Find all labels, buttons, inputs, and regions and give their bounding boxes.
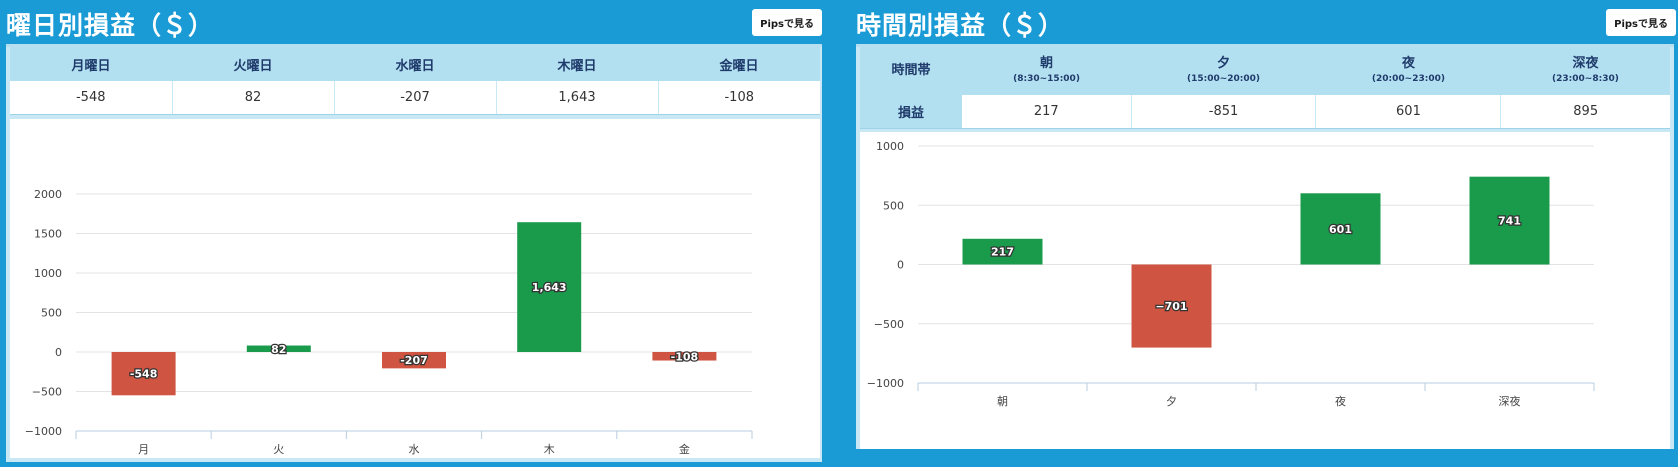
timeslot-x-category-label: 夕 — [1166, 395, 1177, 408]
header-morning-range: (8:30~15:00) — [1013, 74, 1080, 85]
timeslot-chart-container: −1000 −500 0 500 1000 217 朝 −701 夕 601 夜 741 深夜 — [860, 132, 1670, 449]
weekday-x-category-label: 金 — [679, 442, 690, 456]
timeslot-card: 時間帯 朝 (8:30~15:00) 夕 (15:00~20:00) 夜 (20… — [856, 44, 1674, 449]
value-tuesday: 82 — [172, 81, 335, 115]
weekday-data-label: -207 — [400, 354, 428, 367]
value-evening: -851 — [1131, 95, 1317, 129]
header-late-night-label: 深夜 — [1572, 56, 1599, 72]
header-morning: 朝 (8:30~15:00) — [962, 47, 1132, 95]
weekday-pips-button[interactable]: Pipsで見る — [752, 9, 822, 36]
weekday-pl-title: 曜日別損益（＄） — [6, 11, 215, 40]
value-night: 601 — [1315, 95, 1502, 129]
header-friday: 金曜日 — [658, 47, 820, 81]
timeslot-x-category-label: 夜 — [1335, 394, 1346, 408]
value-morning: 217 — [962, 95, 1132, 129]
timeslot-pl-title: 時間別損益（＄） — [856, 11, 1065, 40]
timeslot-data-label: −701 — [1155, 300, 1187, 313]
timeslot-x-category-label: 朝 — [997, 395, 1008, 408]
value-late-night: 895 — [1500, 95, 1670, 129]
weekday-x-category-label: 火 — [273, 443, 284, 456]
weekday-ytick-label: 500 — [41, 307, 62, 320]
timeslot-ytick-label: 0 — [897, 259, 904, 272]
header-late-night: 深夜 (23:00~8:30) — [1500, 47, 1670, 95]
value-monday: -548 — [10, 81, 173, 115]
weekday-data-label: 1,643 — [532, 281, 567, 294]
weekday-ytick-label: 1000 — [34, 267, 62, 280]
timeslot-ytick-label: 1000 — [876, 140, 904, 153]
weekday-card: 月曜日 火曜日 水曜日 木曜日 金曜日 -548 82 -207 1,643 -… — [6, 44, 822, 462]
header-evening: 夕 (15:00~20:00) — [1131, 47, 1316, 95]
timeslot-ytick-label: −500 — [874, 318, 904, 331]
weekday-x-category-label: 月 — [138, 443, 149, 456]
weekday-ytick-label: 0 — [55, 346, 62, 359]
timeslot-data-label: 741 — [1498, 215, 1521, 228]
header-late-night-range: (23:00~8:30) — [1552, 74, 1619, 85]
timeslot-ytick-label: −1000 — [867, 377, 904, 390]
value-thursday: 1,643 — [496, 81, 659, 115]
header-night: 夜 (20:00~23:00) — [1315, 47, 1501, 95]
weekday-data-label: -548 — [130, 368, 158, 381]
weekday-ytick-label: −500 — [32, 386, 62, 399]
weekday-data-label: -108 — [671, 350, 699, 363]
header-monday: 月曜日 — [10, 47, 172, 81]
header-night-label: 夜 — [1401, 56, 1415, 72]
timeslot-x-category-label: 深夜 — [1499, 394, 1521, 408]
timeslot-data-label: 217 — [991, 246, 1014, 259]
timeslot-row-header: 時間帯 — [860, 47, 962, 95]
weekday-x-category-label: 木 — [544, 443, 555, 456]
weekday-summary-table: 月曜日 火曜日 水曜日 木曜日 金曜日 -548 82 -207 1,643 -… — [10, 47, 820, 115]
header-morning-label: 朝 — [1040, 56, 1054, 72]
header-evening-range: (15:00~20:00) — [1186, 74, 1261, 85]
timeslot-data-label: 601 — [1329, 223, 1352, 236]
timeslot-summary-table: 時間帯 朝 (8:30~15:00) 夕 (15:00~20:00) 夜 (20… — [860, 47, 1670, 129]
timeslot-pips-button[interactable]: Pipsで見る — [1606, 9, 1676, 36]
timeslot-ytick-label: 500 — [883, 199, 904, 212]
weekday-chart-container: −1000 −500 0 500 1000 1500 2000 -548 月 82 火 -207 水 1,… — [10, 119, 820, 458]
header-evening-label: 夕 — [1217, 56, 1231, 72]
value-wednesday: -207 — [334, 81, 497, 115]
pl-row-header: 損益 — [860, 95, 962, 129]
value-friday: -108 — [658, 81, 820, 115]
weekday-ytick-label: 1500 — [34, 228, 62, 241]
weekday-data-label: 82 — [271, 343, 286, 356]
weekday-ytick-label: −1000 — [25, 425, 62, 438]
timeslot-bar-chart: −1000 −500 0 500 1000 217 朝 −701 夕 601 夜 741 深夜 — [867, 140, 1595, 408]
header-night-range: (20:00~23:00) — [1371, 74, 1445, 85]
weekday-ytick-label: 2000 — [34, 188, 62, 201]
header-thursday: 木曜日 — [496, 47, 658, 81]
header-wednesday: 水曜日 — [334, 47, 496, 81]
header-tuesday: 火曜日 — [172, 47, 334, 81]
weekday-bar-chart: −1000 −500 0 500 1000 1500 2000 -548 月 82 火 -207 水 1,… — [25, 188, 753, 456]
weekday-x-category-label: 水 — [409, 443, 420, 456]
